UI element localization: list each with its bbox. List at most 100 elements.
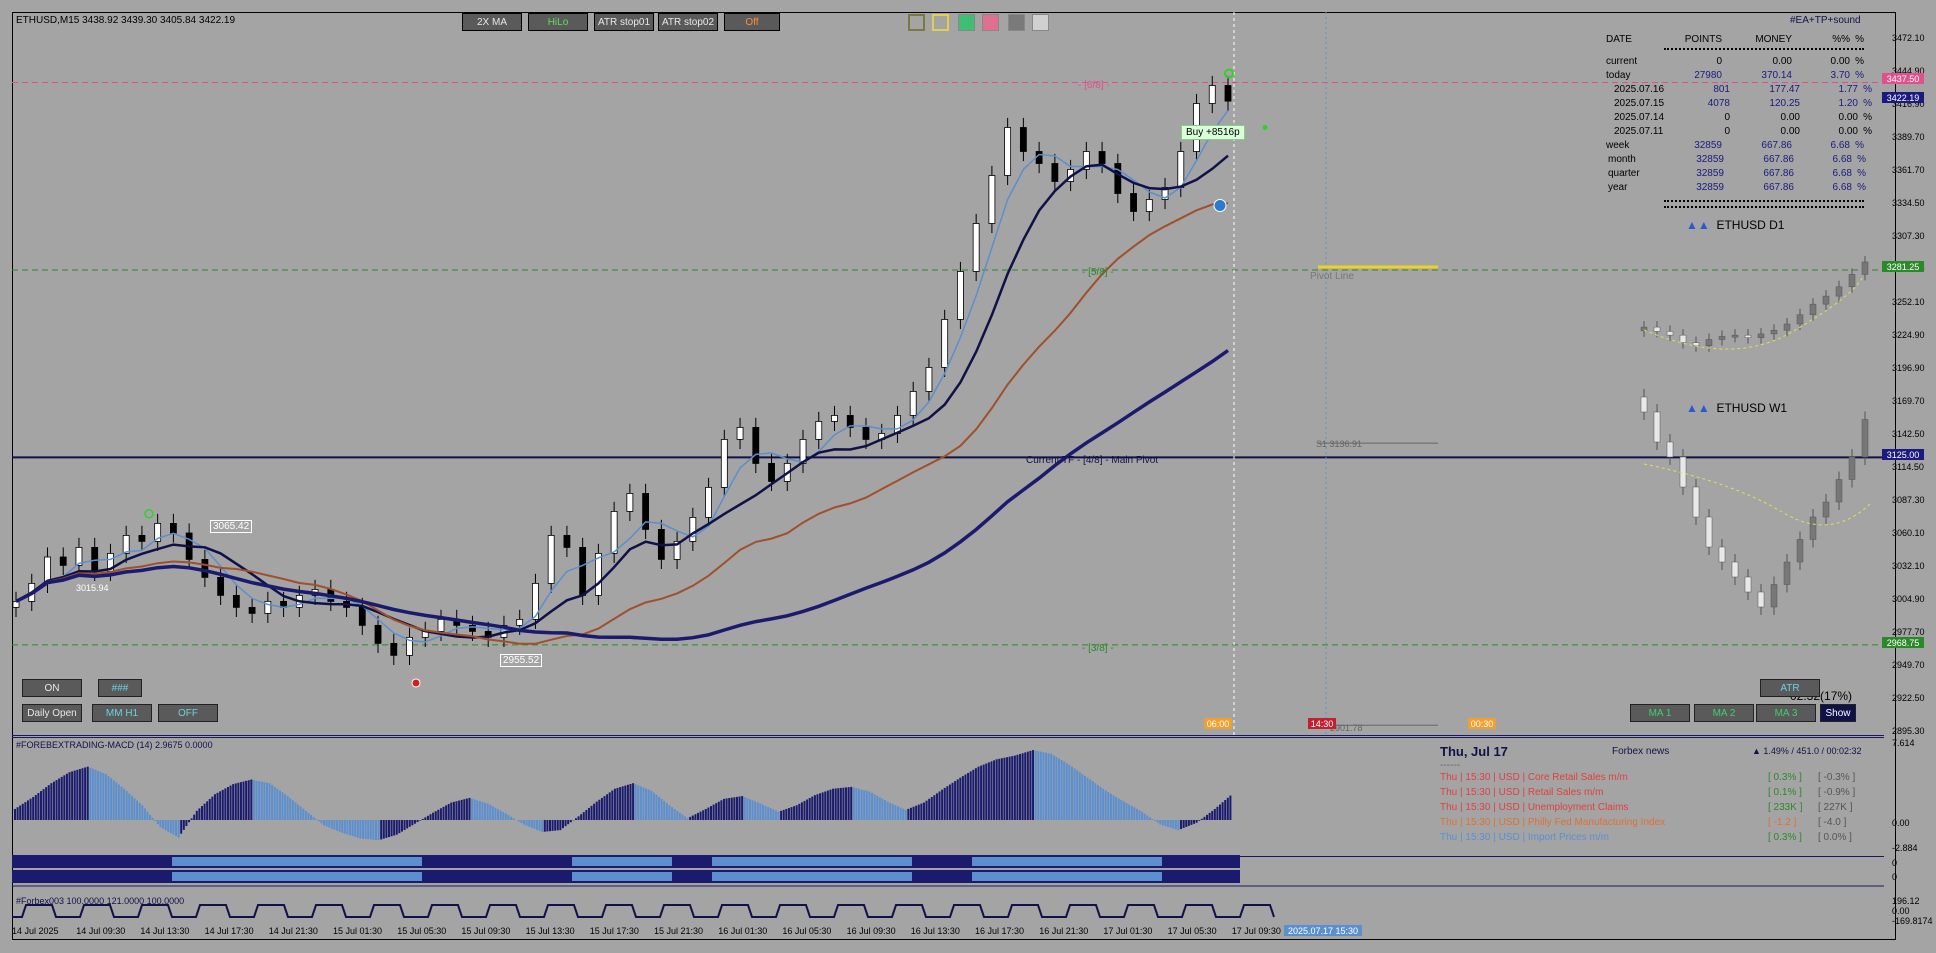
macd-bar [793,806,796,820]
news-previous: [ 0.0% ] [1818,832,1852,843]
macd-bar [294,802,297,820]
macd-bar [471,798,474,820]
macd-bar [767,806,770,820]
news-actual: [ 0.1% ] [1768,787,1802,798]
candle [799,429,807,474]
candle [1082,141,1090,180]
macd-bar [320,820,323,824]
macd-bar [665,803,668,820]
candle [752,417,760,474]
candle-body [925,367,933,392]
high-marker-icon [144,509,154,519]
time-tick: 14 Jul 2025 [12,926,59,936]
candle [232,585,240,617]
d1-candle [1679,334,1687,343]
news-actual: [ 0.3% ] [1768,832,1802,843]
ma3-button[interactable]: MA 3 [1756,704,1816,722]
off-button[interactable]: OFF [158,704,218,722]
macd-bar [697,812,700,820]
macd-bar [159,820,162,828]
on-button[interactable]: ON [22,679,82,697]
macd-bar [746,798,749,820]
price-chart[interactable] [12,12,1884,735]
macd-bar [486,803,489,820]
macd-bar [894,805,897,820]
macd-bar [772,809,775,820]
macd-bar [803,800,806,820]
time-tick: 14 Jul 17:30 [204,926,254,936]
macd-bar [985,763,988,820]
w1-candle [1757,591,1765,608]
macd-bar [1208,812,1211,820]
swing-high-price: 3065.42 [210,520,253,533]
macd-bar [1013,755,1016,820]
macd-bar [76,769,79,820]
candle-body [248,606,256,614]
profit-table-header: DATE POINTS MONEY %% % [1606,32,1876,46]
candle-body [815,421,823,440]
macd-bar [902,808,905,820]
macd-bar [761,804,764,820]
macd-bar [419,820,422,821]
macd-bar [556,820,559,831]
news-previous: [ -4.0 ] [1818,817,1847,828]
macd-bar [198,808,201,820]
candle [957,261,964,330]
macd-bar [356,820,359,838]
macd-bar [104,774,107,820]
ma2-button[interactable]: MA 2 [1694,704,1754,722]
price-tick: 3472.10 [1892,33,1925,43]
macd-bar [107,776,110,820]
w1-candle [1653,411,1661,443]
news-item: Thu | 15:30 | USD | Retail Sales m/m [ 0.… [1440,785,1880,800]
ma1-button[interactable]: MA 1 [1630,704,1690,722]
macd-bar [530,820,533,828]
candle-body [122,535,130,554]
macd-bar [582,812,585,820]
daily-open-button[interactable]: Daily Open [22,704,82,722]
candle-body [831,415,838,422]
buy-trade-label: Buy +8516p [1181,125,1245,140]
macd-bar [590,805,593,820]
candle [972,213,980,282]
macd-bar [1141,811,1144,820]
macd-bar [800,802,803,820]
macd-bar [34,795,37,820]
macd-bar [128,793,131,820]
macd-bar [774,810,777,820]
macd-bar [226,787,229,820]
time-tick: 16 Jul 05:30 [782,926,832,936]
price-tag: 3125.00 [1882,449,1924,460]
macd-bar [839,787,842,820]
header-money: MONEY [1755,33,1792,45]
news-actual: [ 233K ] [1768,802,1803,813]
macd-bar [616,787,619,820]
price-tick: 3169.70 [1892,396,1925,406]
mm-h1-button[interactable]: MM H1 [92,704,152,722]
macd-bar [1167,820,1170,827]
news-item: Thu | 15:30 | USD | Unemployment Claims [… [1440,800,1880,815]
hash-button[interactable]: ### [98,679,142,697]
macd-bar [632,783,635,820]
macd-bar [89,767,92,820]
macd-bar [323,820,326,826]
candle-body [1019,127,1027,152]
d1-mini-chart-label: ▲▲ ETHUSD D1 [1686,218,1784,232]
show-button[interactable]: Show [1820,704,1856,722]
macd-bar [559,820,562,831]
macd-bar [639,786,642,820]
macd-bar [1003,757,1006,820]
macd-bar [411,820,414,826]
macd-bar [629,783,632,820]
macd-bar [751,800,754,820]
candle-body [957,271,964,320]
candle-body [1130,193,1137,212]
macd-bar [385,820,388,838]
macd-bar [930,797,933,820]
candle [138,525,146,552]
macd-bar [476,800,479,820]
macd-bar [1047,753,1050,820]
macd-bar [668,805,671,820]
macd-bar [647,789,650,820]
atr-button[interactable]: ATR [1760,679,1820,697]
